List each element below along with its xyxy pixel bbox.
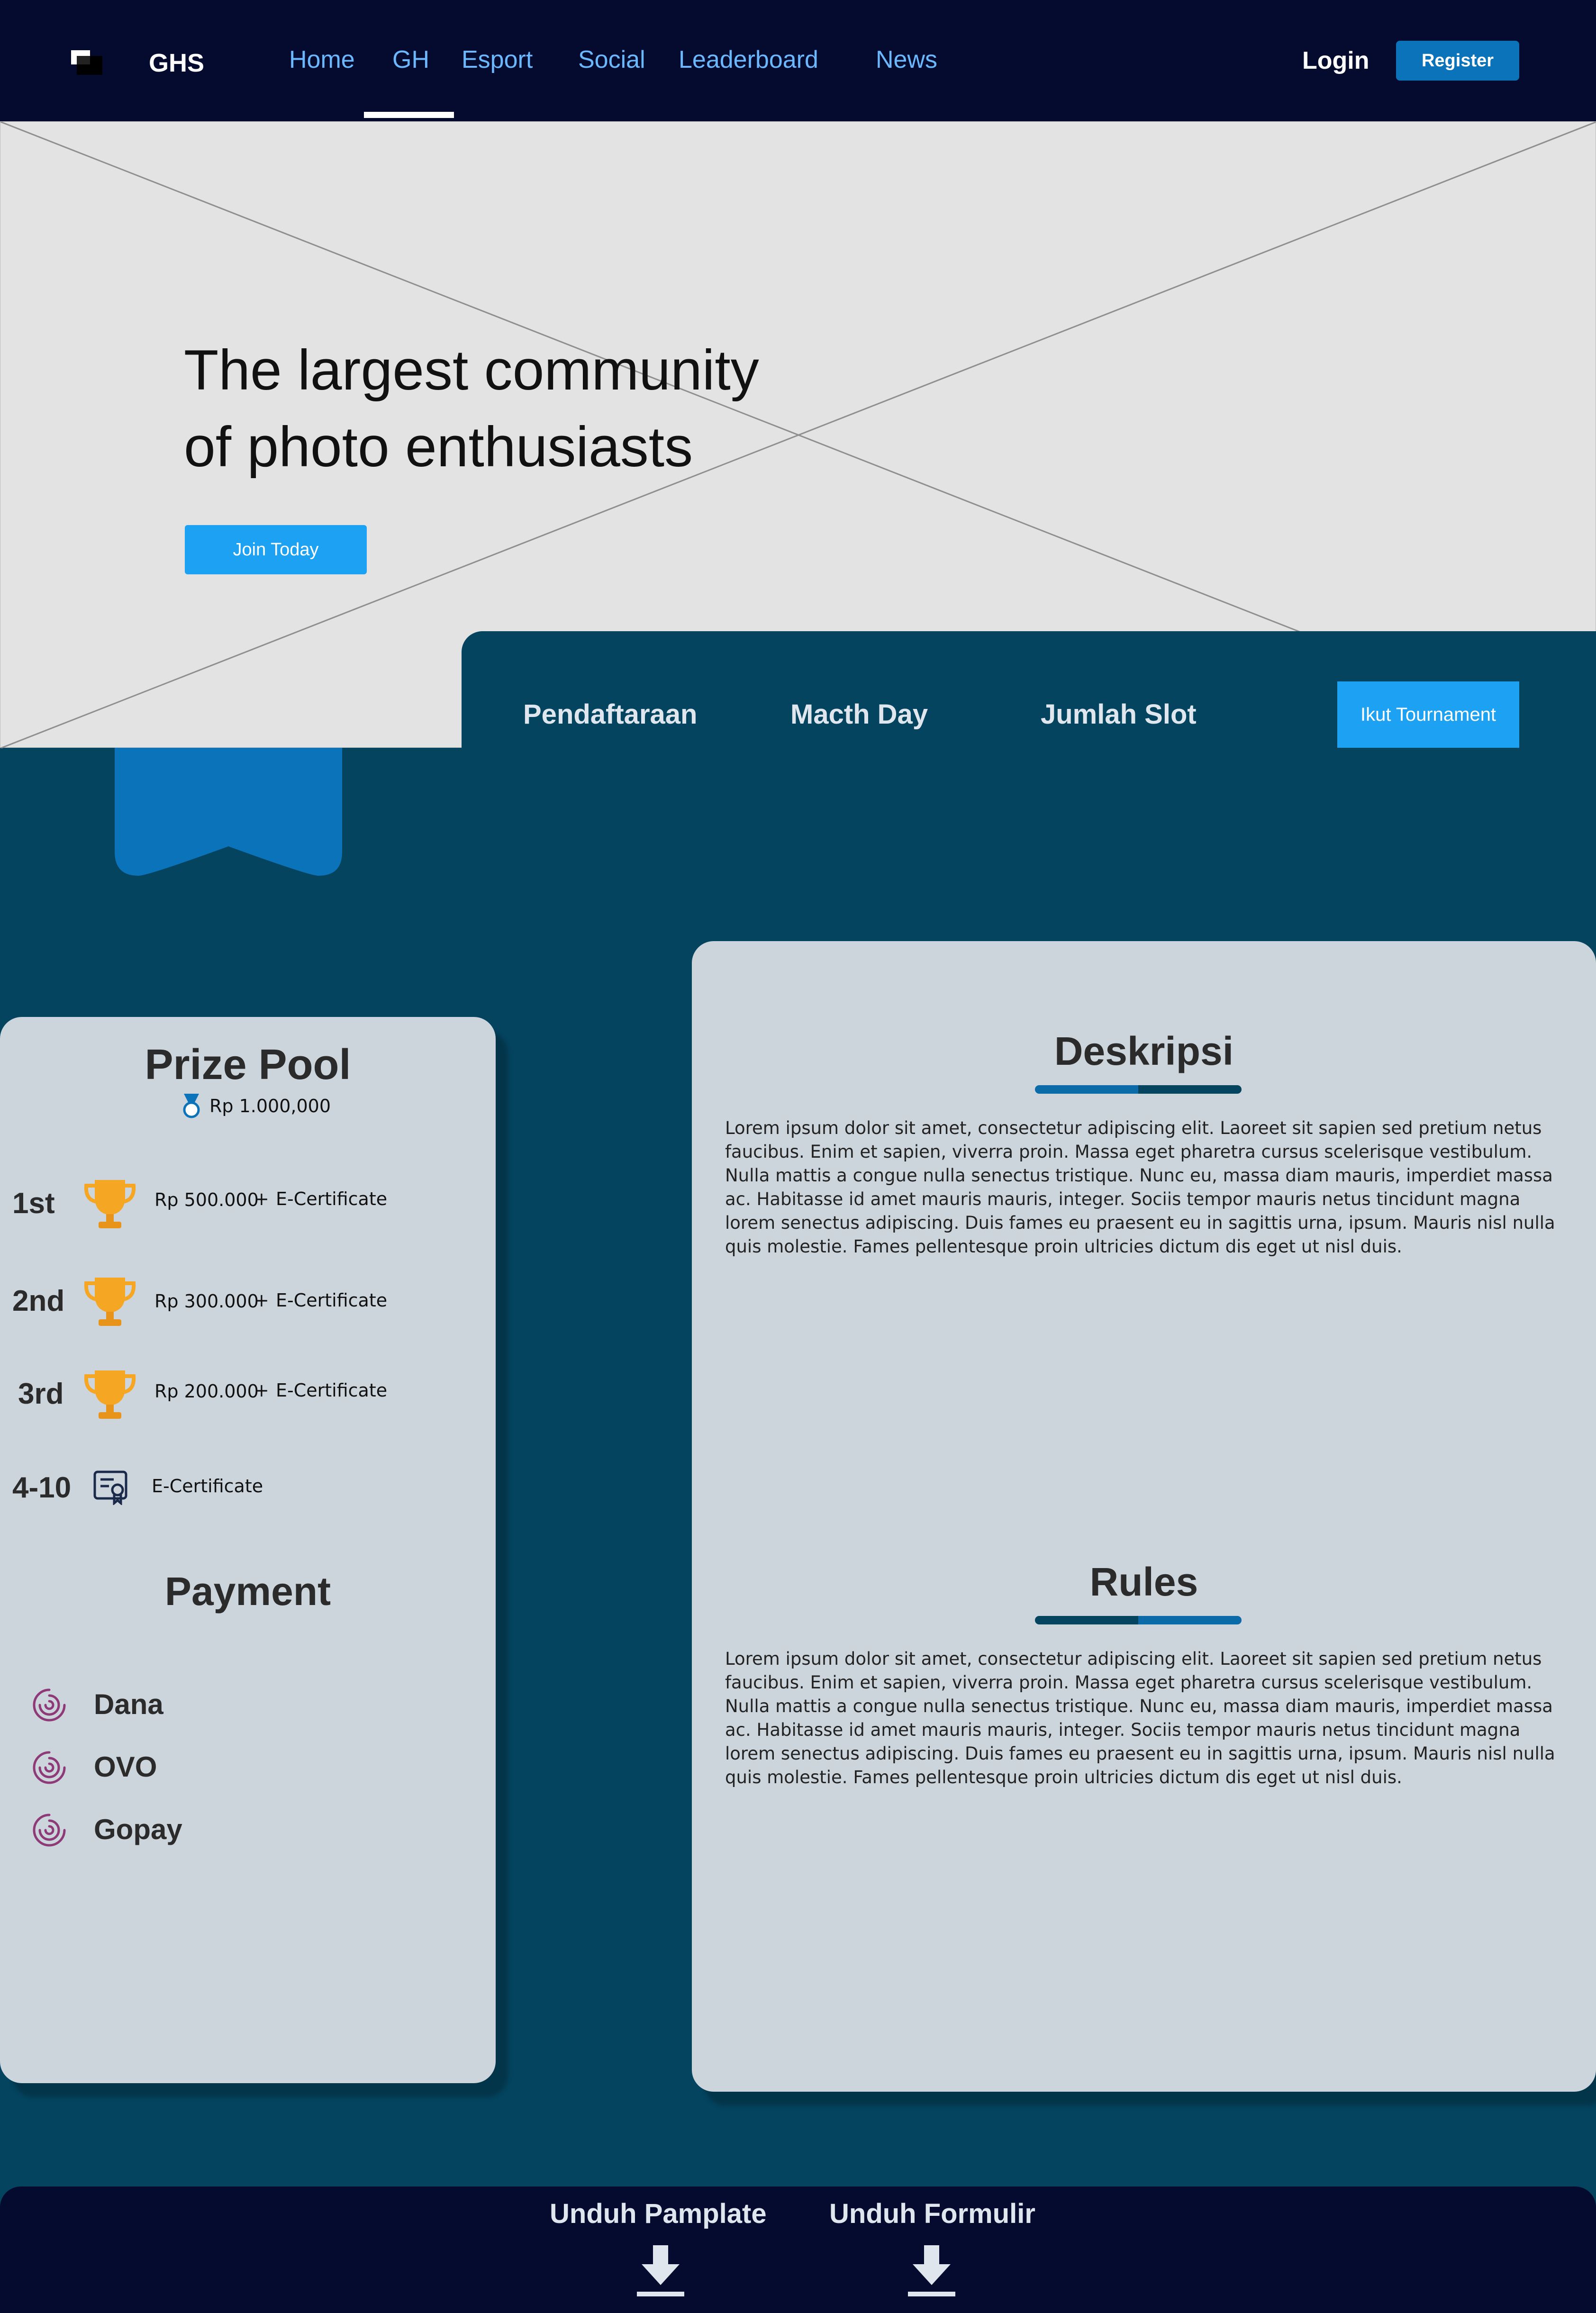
payment-spiral-icon — [33, 1751, 66, 1784]
prize-certificate: E-Certificate — [276, 1188, 388, 1209]
nav-leaderboard[interactable]: Leaderboard — [679, 45, 818, 74]
register-button[interactable]: Register — [1396, 41, 1519, 81]
nav-gh[interactable]: GH — [392, 45, 429, 74]
rank-label: 3rd — [18, 1378, 64, 1410]
deskripsi-underline — [1035, 1085, 1242, 1094]
trophy-icon — [84, 1370, 136, 1419]
login-link[interactable]: Login — [1302, 46, 1369, 75]
nav-news[interactable]: News — [876, 45, 937, 74]
rules-underline — [1035, 1616, 1242, 1624]
nav-esport[interactable]: Esport — [462, 45, 533, 74]
nav-active-indicator — [364, 112, 454, 118]
prize-amount: Rp 200.000 — [154, 1381, 259, 1402]
prize-plus: + — [254, 1290, 269, 1311]
prize-plus: + — [254, 1188, 269, 1209]
rank-label: 4-10 — [12, 1471, 72, 1504]
nav-social[interactable]: Social — [578, 45, 645, 74]
rules-text: Lorem ipsum dolor sit amet, consectetur … — [725, 1649, 1555, 1787]
hero-title: The largest community of photo enthusias… — [184, 332, 895, 485]
prize-pool-card — [0, 1017, 496, 2083]
prize-amount: Rp 300.000 — [154, 1291, 259, 1312]
hero-title-line1: The largest community — [184, 338, 759, 402]
payment-title: Payment — [164, 1569, 331, 1614]
trophy-icon — [84, 1180, 136, 1228]
prize-certificate: E-Certificate — [276, 1380, 388, 1401]
download-icon[interactable] — [637, 2245, 684, 2296]
payment-spiral-icon — [33, 1688, 66, 1722]
payment-gopay: Gopay — [94, 1814, 182, 1845]
prize-pool-total: Rp 1.000,000 — [180, 1094, 331, 1118]
join-today-button[interactable]: Join Today — [185, 525, 367, 574]
download-pamplate-label[interactable]: Unduh Pamplate — [550, 2198, 767, 2230]
rank-label: 2nd — [12, 1285, 65, 1317]
payment-dana: Dana — [94, 1688, 163, 1720]
prize-pool-amount: Rp 1.000,000 — [209, 1096, 331, 1116]
deskripsi-title: Deskripsi — [1054, 1029, 1234, 1073]
description-card — [692, 941, 1596, 2092]
deskripsi-text: Lorem ipsum dolor sit amet, consectetur … — [725, 1118, 1555, 1257]
prize-pool-title: Prize Pool — [145, 1041, 351, 1088]
download-formulir-label[interactable]: Unduh Formulir — [829, 2198, 1035, 2230]
hero-title-line2: of photo enthusiasts — [184, 415, 693, 479]
download-icon[interactable] — [908, 2245, 955, 2296]
nav-home[interactable]: Home — [289, 45, 355, 74]
certificate-icon — [93, 1470, 127, 1505]
rank-label: 1st — [12, 1187, 55, 1220]
prize-certificate: E-Certificate — [276, 1290, 388, 1311]
ikut-tournament-button[interactable]: Ikut Tournament — [1337, 681, 1519, 748]
info-pendaftaran: Pendaftaraan — [523, 699, 698, 730]
payment-spiral-icon — [33, 1814, 66, 1847]
rules-title: Rules — [1089, 1560, 1198, 1604]
prize-plus: + — [254, 1380, 269, 1401]
prize-amount: Rp 500.000 — [154, 1189, 259, 1210]
payment-ovo: OVO — [94, 1751, 157, 1783]
trophy-icon — [84, 1278, 136, 1326]
brand-name[interactable]: GHS — [149, 48, 204, 78]
bookmark-ribbon-icon — [115, 748, 342, 876]
prize-certificate: E-Certificate — [152, 1476, 263, 1497]
info-match-day: Macth Day — [790, 699, 928, 730]
medal-icon — [183, 1094, 200, 1118]
footer — [0, 2186, 1596, 2313]
logo-icon[interactable] — [71, 50, 102, 75]
info-jumlah-slot: Jumlah Slot — [1041, 699, 1197, 730]
